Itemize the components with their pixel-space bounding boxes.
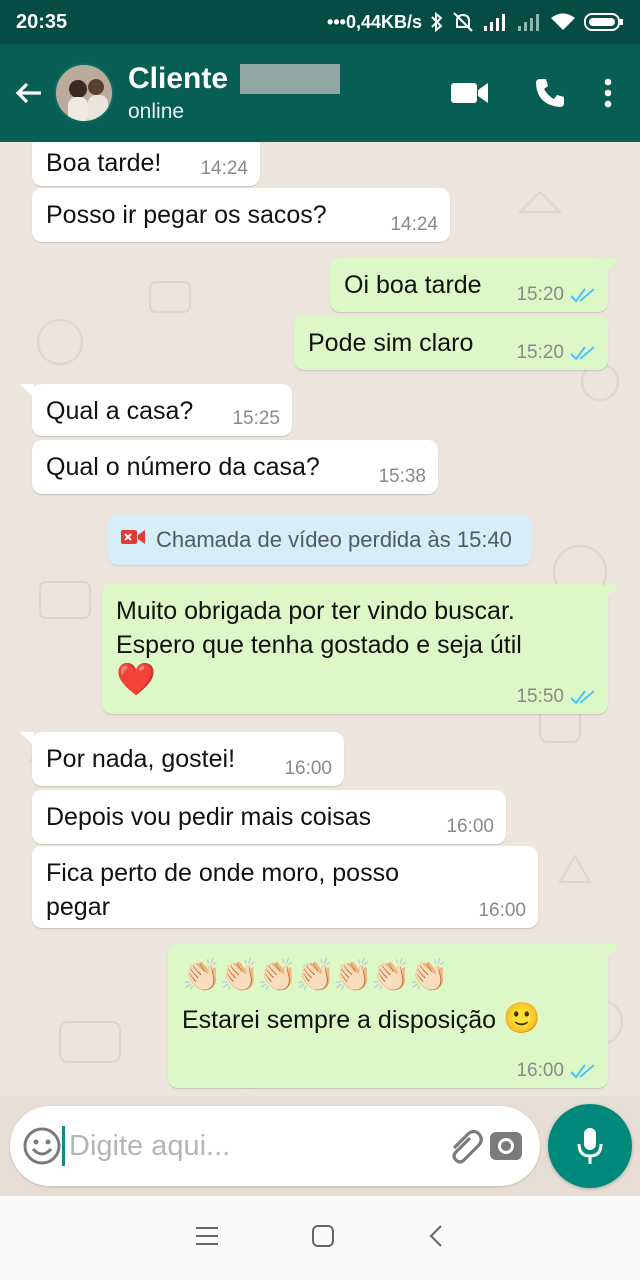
system-nav-bar [0,1196,640,1280]
chat-area[interactable]: Boa tarde! 14:24 Posso ir pegar os sacos… [0,142,640,1096]
message-incoming[interactable]: Posso ir pegar os sacos? 14:24 [32,188,450,242]
signal-icon [482,12,508,32]
message-composer [10,1106,540,1186]
read-ticks-icon [570,287,596,303]
wifi-icon [550,12,576,32]
message-incoming[interactable]: Fica perto de onde moro, posso pegar 16:… [32,846,538,928]
message-time: 16:00 [516,1060,564,1081]
back-arrow-icon[interactable] [4,44,54,142]
camera-icon[interactable] [486,1126,526,1166]
message-incoming[interactable]: Qual o número da casa? 15:38 [32,440,438,494]
emoji-icon[interactable] [22,1126,62,1166]
network-speed: •••0,44KB/s [327,11,422,32]
message-outgoing[interactable]: Pode sim claro 15:20 [294,316,608,370]
missed-call-text: Chamada de vídeo perdida às 15:40 [156,527,512,552]
avatar[interactable] [54,63,114,123]
message-outgoing[interactable]: Muito obrigada por ter vindo buscar. Esp… [102,584,620,714]
message-incoming[interactable]: Boa tarde! 14:24 [32,142,260,186]
contact-name: Cliente [128,62,229,95]
redacted-name [240,64,341,94]
message-time: 16:00 [284,758,332,779]
message-time: 16:00 [478,900,526,921]
message-time: 16:00 [446,816,494,837]
more-options-icon[interactable] [590,63,626,123]
back-icon[interactable] [426,1223,446,1254]
home-icon[interactable] [310,1223,336,1254]
read-ticks-icon [570,1063,596,1079]
message-time: 15:20 [516,284,564,305]
contact-info[interactable]: Cliente online [128,62,341,124]
mic-icon[interactable] [548,1104,632,1188]
message-incoming[interactable]: Depois vou pedir mais coisas 16:00 [32,790,506,844]
missed-call-notice[interactable]: Chamada de vídeo perdida às 15:40 [108,515,532,565]
message-input[interactable] [62,1126,446,1166]
battery-icon [584,12,624,32]
bluetooth-icon [430,12,444,32]
message-time: 15:20 [516,342,564,363]
message-outgoing[interactable]: 👏🏻👏🏻👏🏻👏🏻👏🏻👏🏻👏🏻 Estarei sempre a disposiç… [168,944,620,1088]
attach-icon[interactable] [446,1126,486,1166]
video-call-icon[interactable] [430,63,510,123]
smile-emoji: 🙂 [503,1002,541,1035]
message-time: 15:50 [516,686,564,707]
phone-call-icon[interactable] [510,63,590,123]
chat-header: Cliente online [0,44,640,142]
message-time: 14:24 [390,214,438,235]
message-time: 15:38 [378,466,426,487]
message-outgoing[interactable]: Oi boa tarde 15:20 [330,258,620,312]
mute-icon [452,11,474,33]
message-incoming[interactable]: Por nada, gostei! 16:00 [20,732,344,786]
signal-off-icon [516,12,542,32]
read-ticks-icon [570,345,596,361]
message-time: 15:25 [232,408,280,429]
missed-video-call-icon [120,527,146,553]
presence-status: online [128,100,185,123]
status-time: 20:35 [16,10,68,33]
clapping-emojis: 👏🏻👏🏻👏🏻👏🏻👏🏻👏🏻👏🏻 [182,957,449,993]
read-ticks-icon [570,689,596,705]
message-incoming[interactable]: Qual a casa? 15:25 [20,384,292,436]
status-bar: 20:35 •••0,44KB/s [0,0,640,44]
menu-icon[interactable] [194,1225,220,1252]
message-time: 14:24 [200,158,248,179]
